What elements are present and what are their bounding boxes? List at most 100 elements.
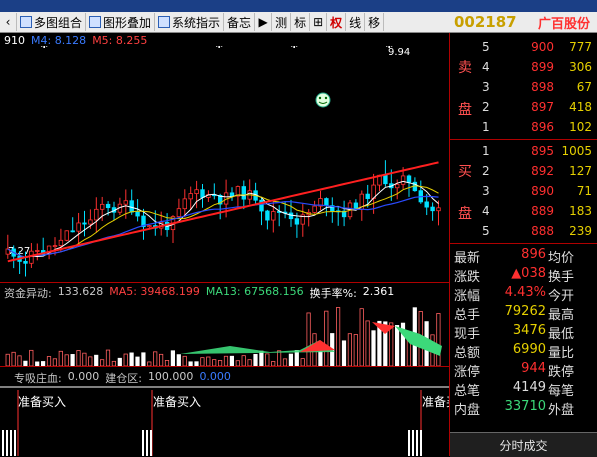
candle — [176, 198, 182, 218]
signal-title: 专吸庄血: — [14, 372, 62, 385]
signal-bar — [146, 430, 148, 456]
line-button[interactable]: 线 — [346, 13, 366, 31]
vol-ma13-label: MA13: 67568.156 — [205, 285, 304, 298]
fund-flow-title: 资金异动: — [4, 287, 52, 300]
volume-bar — [324, 310, 329, 366]
candle — [76, 212, 81, 245]
grid-icon: ⊞ — [313, 15, 324, 29]
multi-chart-button[interactable]: 多图组合 — [17, 13, 87, 31]
volume-bar — [359, 308, 364, 366]
quote-panel: 卖 盘 5 900 777 4 899 306 3 898 67 2 897 4… — [449, 33, 597, 456]
move-button[interactable]: 移 — [365, 13, 385, 31]
volume-bar — [153, 351, 158, 366]
volume-bar — [158, 353, 164, 366]
measure-button[interactable]: 测 — [272, 13, 292, 31]
signal-value-2: 100.000 — [147, 370, 194, 383]
signal-bar — [142, 430, 144, 456]
buy-row-4[interactable]: 4 889 183 — [450, 201, 597, 221]
buy-signal-label-1: 准备买入 — [18, 395, 66, 409]
sell-row-1[interactable]: 1 896 102 — [450, 117, 597, 137]
stock-code: 002187 — [454, 13, 517, 31]
candle — [300, 203, 305, 237]
buy-signal-label-3: 准备买入 — [422, 395, 449, 409]
volume-bar — [436, 313, 441, 366]
signal-value-1: 0.000 — [67, 370, 100, 383]
buy-row-5[interactable]: 5 888 239 — [450, 221, 597, 241]
grid-button[interactable]: ⊞ — [310, 13, 328, 31]
candle — [330, 197, 335, 223]
sell-row-5[interactable]: 5 900 777 — [450, 37, 597, 57]
signal-chart[interactable]: 准备买入 准备买入 准备买入 — [0, 384, 449, 456]
volume-bar — [300, 358, 305, 366]
mark-button[interactable]: 标 — [291, 13, 311, 31]
candle — [430, 202, 435, 221]
candle — [306, 209, 311, 227]
back-button[interactable]: ‹ — [0, 13, 17, 31]
quote-row-last: 最新 896 均价 — [454, 247, 575, 266]
volume-bar — [253, 353, 258, 366]
volume-label-row: 资金异动: 133.628 MA5: 39468.199 MA13: 67568… — [4, 285, 394, 300]
candle — [217, 193, 223, 220]
play-button[interactable]: ▶ — [255, 13, 273, 31]
quote-row-trades: 总笔 4149 每笔 — [454, 380, 575, 399]
candle — [64, 230, 69, 242]
volume-bar — [135, 356, 140, 366]
signal-title-2: 建仓区: — [105, 372, 142, 385]
volume-bar — [11, 351, 16, 366]
system-indicator-button[interactable]: 系统指示 — [155, 13, 225, 31]
memo-button[interactable]: 备忘 — [224, 13, 256, 31]
volume-bar — [94, 354, 99, 366]
signal-bar — [416, 430, 418, 456]
buy-row-3[interactable]: 3 890 71 — [450, 181, 597, 201]
volume-bar — [365, 320, 370, 366]
signal-bar — [2, 430, 4, 456]
volume-bar — [88, 356, 93, 366]
candle — [82, 210, 87, 237]
candle — [182, 189, 187, 218]
quote-row-change: 涨跌 ▲038 换手 — [454, 266, 575, 285]
candle — [70, 217, 75, 233]
candlestick-chart[interactable]: 9.94 7.27 ✱✱✱✱ — [0, 46, 449, 282]
volume-bar — [170, 350, 175, 366]
signal-bar — [150, 430, 152, 456]
quote-row-limit-up: 涨停 944 跌停 — [454, 361, 575, 380]
quote-row-total-vol: 总手 79262 最高 — [454, 304, 575, 323]
volume-chart[interactable] — [0, 300, 449, 366]
candle — [206, 190, 211, 202]
volume-bar — [52, 358, 58, 366]
candle — [247, 179, 252, 205]
candle — [129, 189, 134, 215]
signal-value-3: 0.000 — [199, 370, 231, 383]
buy-row-2[interactable]: 2 892 127 — [450, 161, 597, 181]
sell-row-2[interactable]: 2 897 418 — [450, 97, 597, 117]
signal-bar — [14, 430, 16, 456]
quote-row-pct: 涨幅 4.43% 今开 — [454, 285, 575, 304]
candle — [141, 208, 146, 240]
candle — [235, 185, 241, 209]
overlay-icon — [89, 16, 102, 28]
candle — [35, 243, 40, 261]
volume-bar — [341, 340, 347, 366]
star-marker: ✱ — [290, 46, 298, 51]
volume-bar — [241, 355, 246, 366]
candle — [194, 180, 199, 209]
candle — [436, 200, 441, 226]
signal-bar — [408, 430, 410, 456]
candle — [147, 225, 152, 228]
star-marker: ✱ — [385, 46, 393, 51]
quote-divider — [450, 243, 597, 244]
sell-row-3[interactable]: 3 898 67 — [450, 77, 597, 97]
candle — [117, 197, 123, 216]
tick-trades-tab[interactable]: 分时成交 — [450, 432, 597, 457]
quote-row-current-vol: 现手 3476 最低 — [454, 323, 575, 342]
candle — [288, 199, 294, 227]
sell-row-4[interactable]: 4 899 306 — [450, 57, 597, 77]
candle — [359, 190, 364, 221]
candle — [200, 183, 205, 208]
buy-row-1[interactable]: 1 895 1005 — [450, 141, 597, 161]
candle — [188, 186, 193, 210]
rights-button[interactable]: 权 — [327, 13, 347, 31]
volume-fill-red — [300, 340, 335, 352]
volume-bar — [335, 307, 341, 366]
overlay-button[interactable]: 图形叠加 — [86, 13, 156, 31]
